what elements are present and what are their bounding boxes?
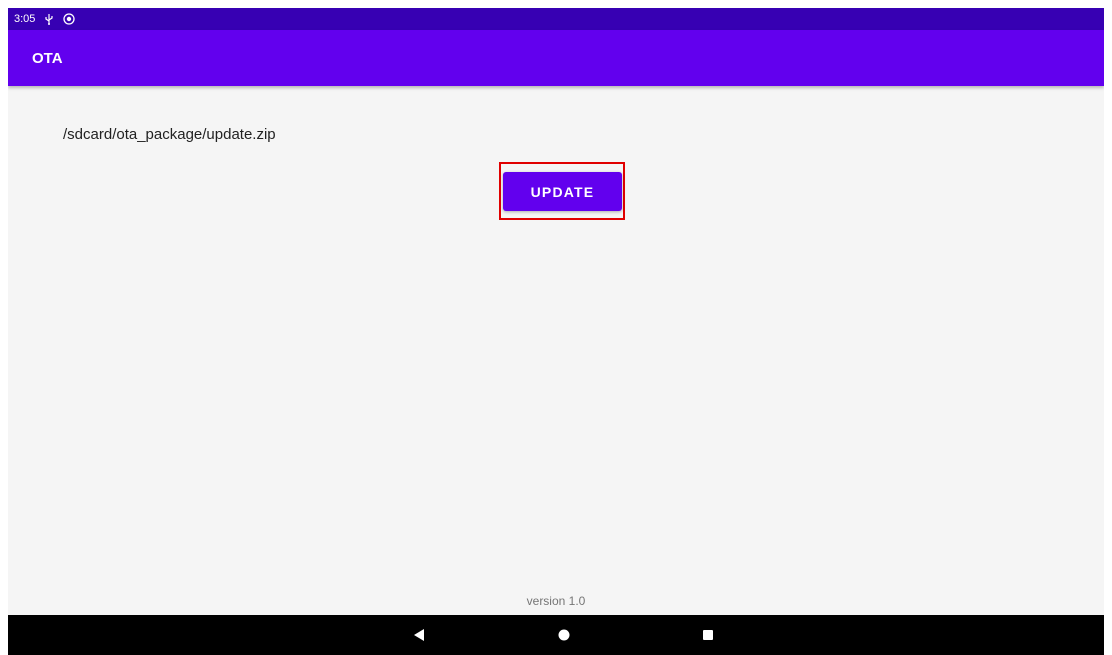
usb-icon [43,13,55,25]
status-bar: 3:05 [8,8,1104,30]
app-title: OTA [32,49,63,67]
navigation-bar [8,615,1104,655]
device-screen: 3:05 OTA /sdcard/ota_package/update.zip … [8,8,1104,655]
app-bar: OTA [8,30,1104,86]
sync-icon [63,13,76,25]
home-icon[interactable] [554,625,574,645]
update-button[interactable]: UPDATE [503,172,622,211]
recents-icon[interactable] [698,625,718,645]
status-time: 3:05 [14,13,36,25]
version-label: version 1.0 [526,594,586,608]
back-icon[interactable] [409,625,429,645]
package-path-label: /sdcard/ota_package/update.zip [63,126,276,143]
